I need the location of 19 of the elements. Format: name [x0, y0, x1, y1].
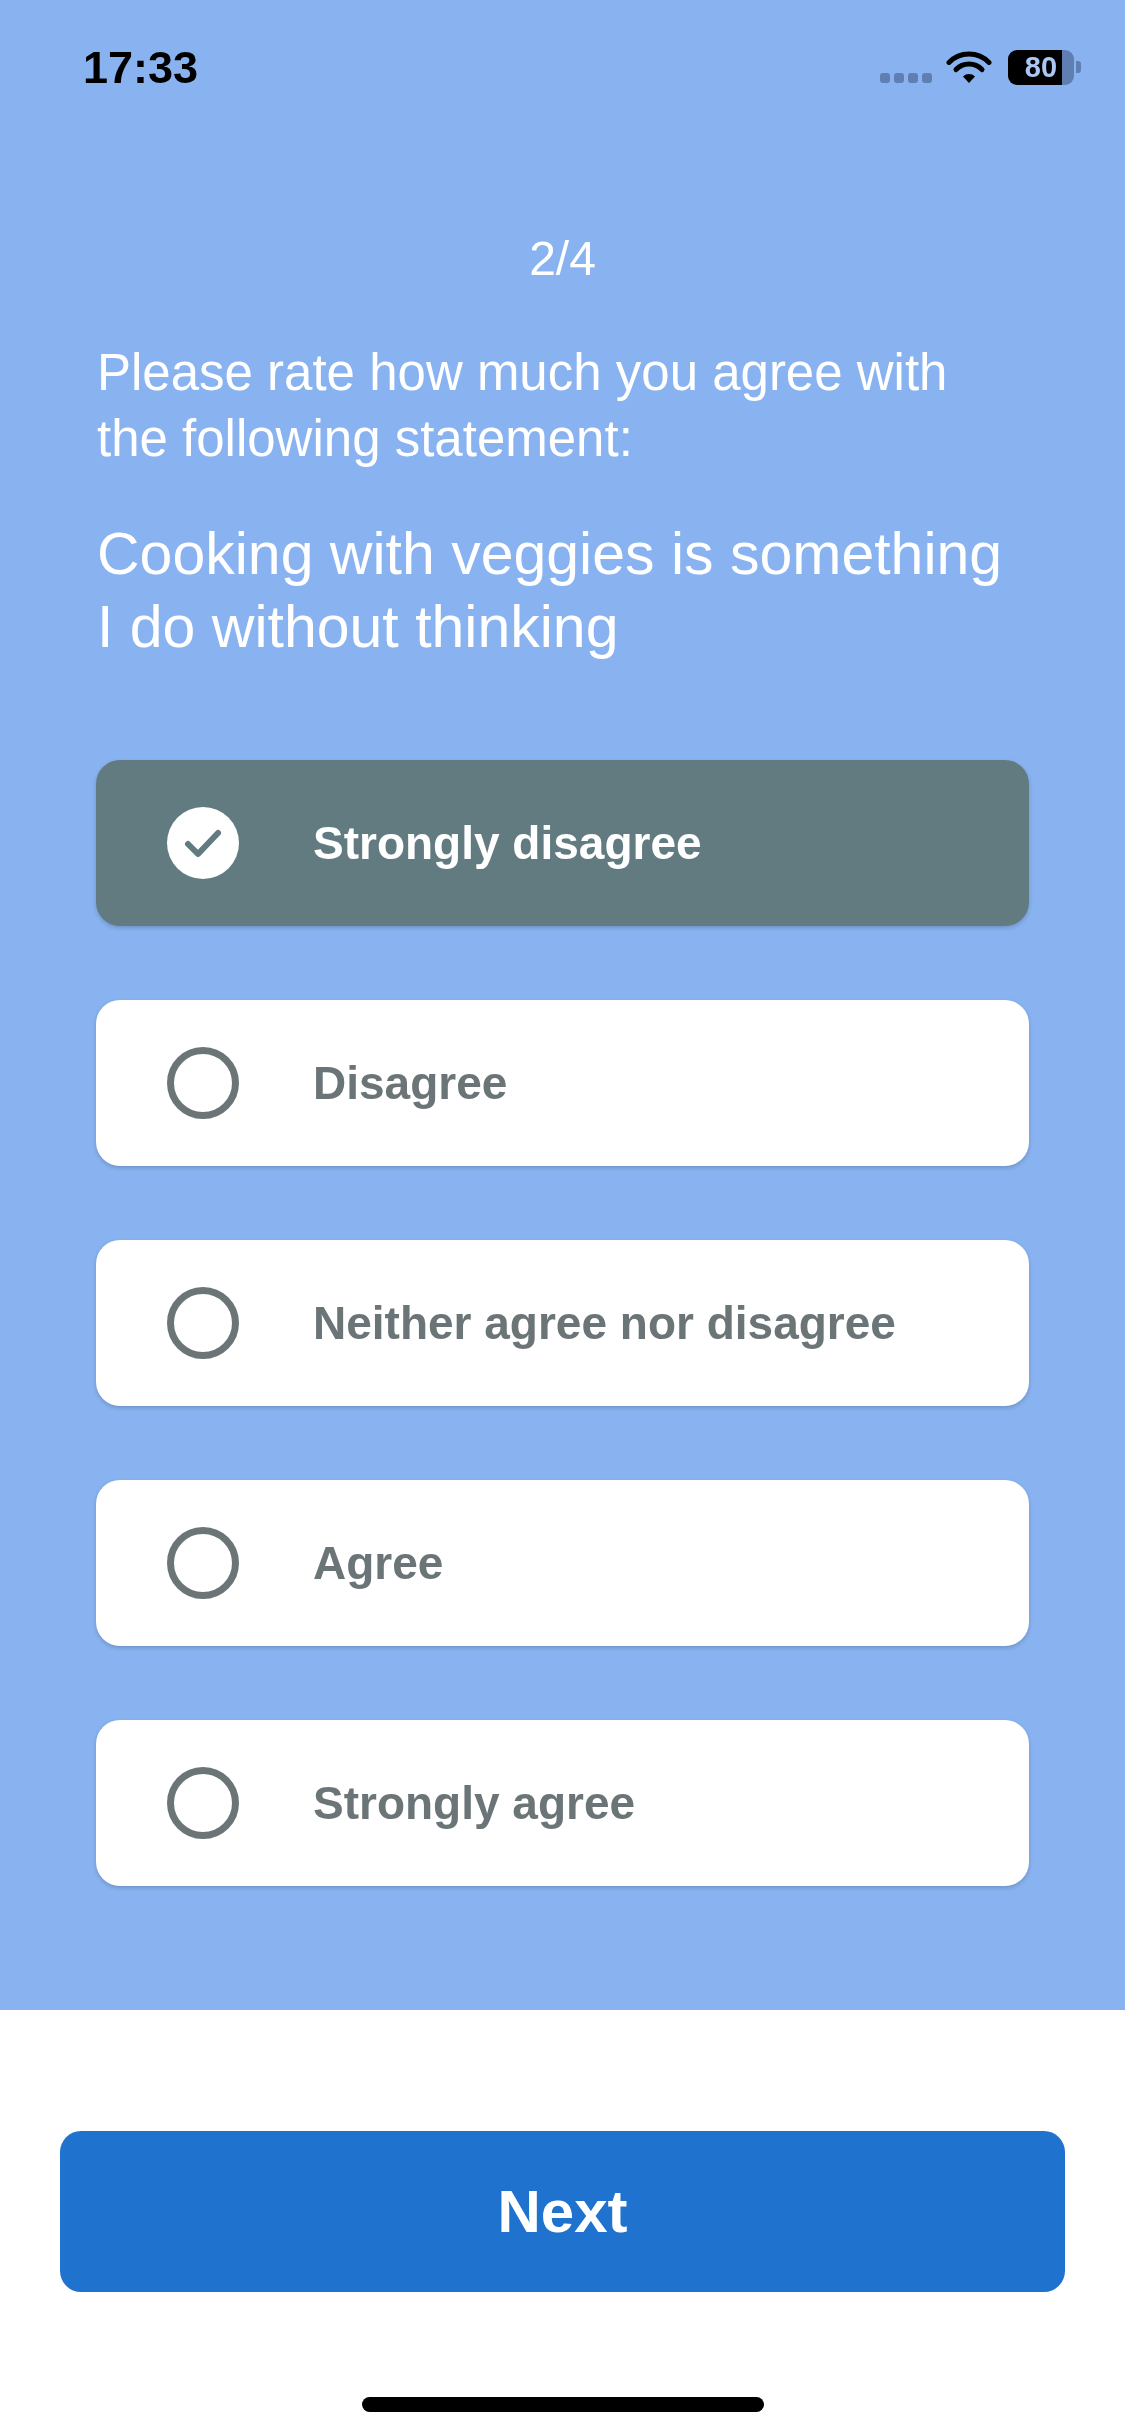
progress-counter: 2/4 [529, 232, 596, 285]
circle-icon [167, 1287, 239, 1359]
status-time: 17:33 [83, 44, 199, 90]
answer-option[interactable]: Agree [96, 1480, 1029, 1646]
question-prompt: Please rate how much you agree with the following statement: [97, 343, 949, 469]
signal-dots-icon [880, 73, 932, 83]
wifi-icon [946, 49, 992, 85]
statement-text: Cooking with veggies is something I do without thinking [97, 520, 1004, 662]
check-circle-icon [167, 807, 239, 879]
answer-option[interactable]: Disagree [96, 1000, 1029, 1166]
answer-option[interactable]: Strongly agree [96, 1720, 1029, 1886]
next-button[interactable]: Next [60, 2131, 1065, 2292]
circle-icon [167, 1047, 239, 1119]
battery-cap-icon [1076, 61, 1081, 73]
answer-option[interactable]: Strongly disagree [96, 760, 1029, 926]
circle-icon [167, 1767, 239, 1839]
battery-indicator: 80 [1008, 49, 1074, 85]
circle-icon [167, 1527, 239, 1599]
answer-option[interactable]: Neither agree nor disagree [96, 1240, 1029, 1406]
